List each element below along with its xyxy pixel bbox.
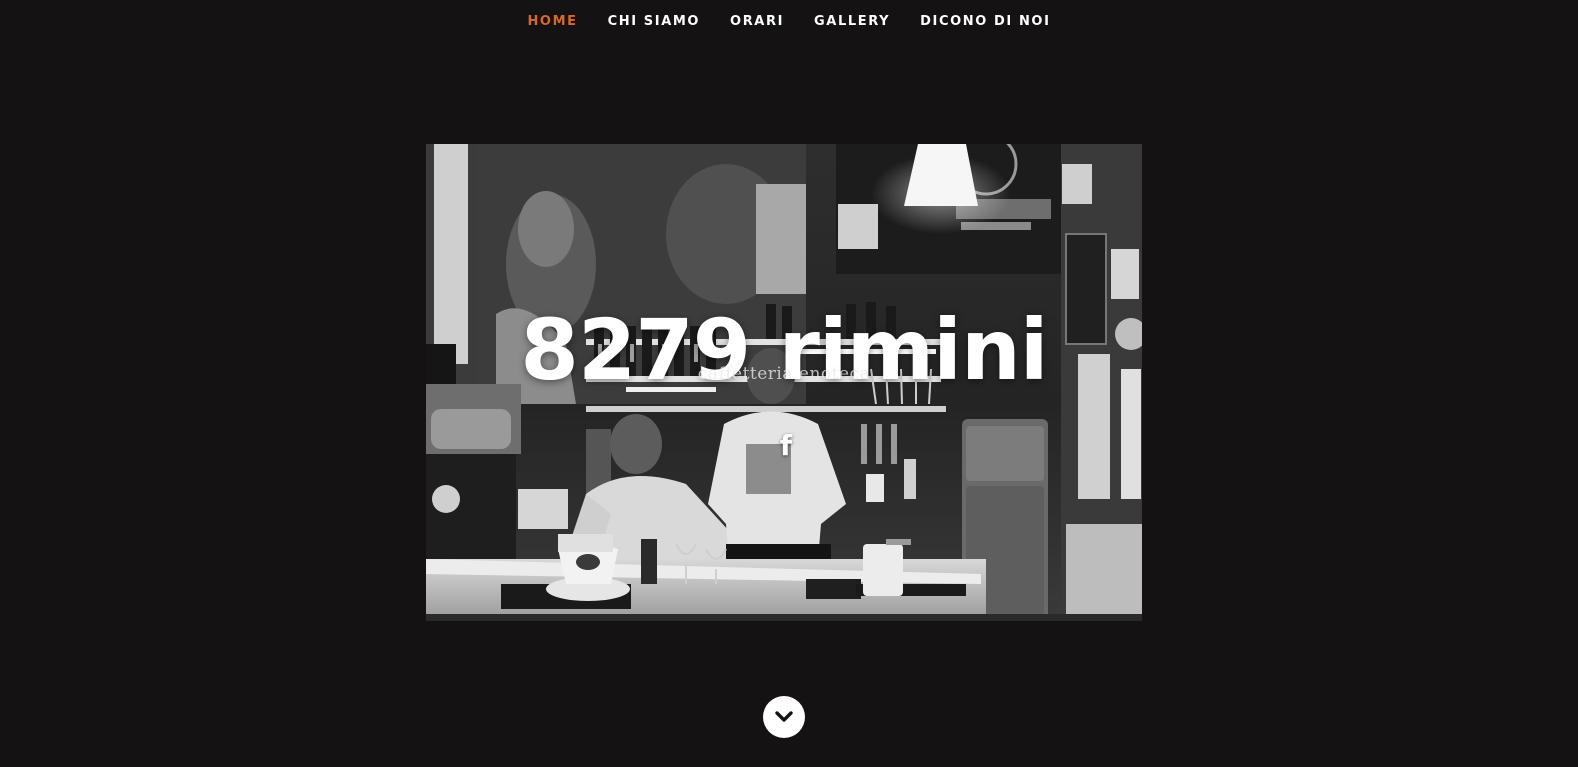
facebook-icon[interactable]: f (776, 431, 796, 461)
main-nav: HOME CHI SIAMO ORARI GALLERY DICONO DI N… (0, 0, 1578, 42)
hero-section: 8279 rimini caffetteria enoteca f (426, 144, 1142, 621)
nav-item-chi-siamo[interactable]: CHI SIAMO (608, 14, 700, 29)
scroll-down-button[interactable] (763, 696, 805, 738)
nav-item-orari[interactable]: ORARI (730, 14, 784, 29)
site-title: 8279 rimini (520, 301, 1048, 400)
site-subtitle: caffetteria enoteca (697, 364, 871, 384)
chevron-down-icon (775, 711, 793, 722)
nav-item-gallery[interactable]: GALLERY (814, 14, 890, 29)
nav-item-home[interactable]: HOME (527, 14, 577, 29)
nav-item-dicono-di-noi[interactable]: DICONO DI NOI (920, 14, 1050, 29)
